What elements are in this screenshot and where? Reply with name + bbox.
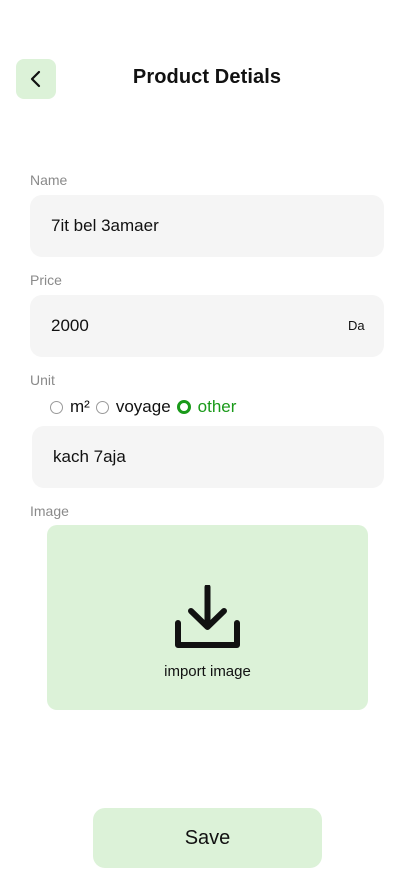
unit-option-m2[interactable]: m² <box>50 397 90 417</box>
unit-option-label: voyage <box>115 397 171 416</box>
custom-unit-field[interactable] <box>32 426 384 488</box>
save-button[interactable]: Save <box>93 808 322 868</box>
price-label: Price <box>30 272 62 288</box>
price-field[interactable] <box>30 295 384 357</box>
unit-option-other[interactable]: other <box>176 397 237 417</box>
name-label: Name <box>30 172 68 188</box>
unit-option-label: other <box>197 397 237 416</box>
download-icon <box>175 585 240 648</box>
image-label: Image <box>30 503 69 519</box>
radio-unchecked-icon <box>50 400 63 414</box>
unit-label: Unit <box>30 372 55 388</box>
unit-radio-group: m² voyage other <box>50 396 242 418</box>
unit-option-label: m² <box>70 397 90 416</box>
upload-text: import image <box>164 663 251 680</box>
name-field[interactable] <box>30 195 384 257</box>
page-title: Product Detials <box>132 66 282 88</box>
image-upload-area[interactable]: import image <box>47 525 368 710</box>
radio-unchecked-icon <box>95 400 109 414</box>
radio-checked-icon <box>176 400 191 414</box>
unit-option-voyage[interactable]: voyage <box>95 397 171 417</box>
currency-suffix: Da <box>348 318 365 333</box>
